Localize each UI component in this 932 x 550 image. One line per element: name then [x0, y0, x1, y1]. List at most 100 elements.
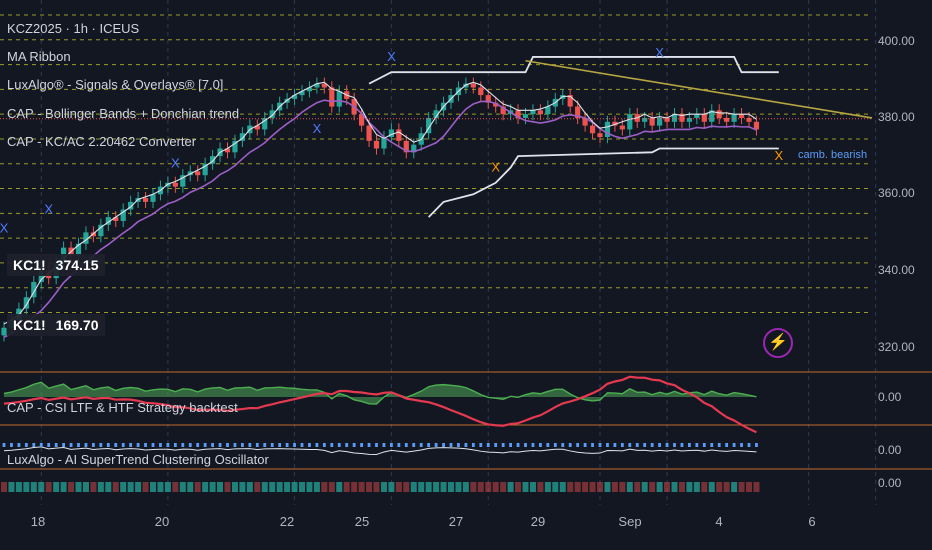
indicator-csi-strategy[interactable]: CAP - CSI LTF & HTF Strategy backtest	[7, 400, 238, 415]
heat-strip-cell	[53, 482, 60, 492]
supertrend-dot	[293, 443, 296, 447]
heat-strip-cell	[455, 482, 462, 492]
heat-strip-cell	[336, 482, 343, 492]
heat-strip-cell	[261, 482, 268, 492]
indicator-supertrend-oscillator[interactable]: LuxAlgo - AI SuperTrend Clustering Oscil…	[7, 452, 269, 467]
supertrend-dot	[129, 443, 133, 447]
heat-strip-cell	[410, 482, 417, 492]
supertrend-dot	[464, 443, 468, 447]
heat-strip-cell	[239, 482, 246, 492]
supertrend-dot	[531, 443, 535, 447]
x-tick-label: 27	[448, 514, 464, 529]
supertrend-dot	[390, 443, 393, 447]
heat-strip-cell	[142, 482, 149, 492]
supertrend-dot	[188, 443, 192, 447]
supertrend-dot	[84, 443, 88, 447]
heat-strip-cell	[448, 482, 454, 492]
supertrend-dot	[255, 443, 259, 447]
supertrend-dot	[136, 443, 140, 447]
supertrend-dot	[524, 443, 527, 447]
kc1-converted-badge: KC1! 169.70	[7, 314, 105, 336]
heat-strip-cell	[552, 482, 559, 492]
candle-body	[366, 125, 372, 141]
heat-strip-cell	[522, 482, 529, 492]
supertrend-dot	[635, 443, 639, 447]
supertrend-dot	[92, 443, 95, 447]
indicator-luxalgo-signals[interactable]: LuxAlgo® - Signals & Overlays® [7.0]	[7, 77, 223, 92]
heat-strip-cell	[708, 482, 715, 492]
signal-x-marker: X	[44, 201, 53, 216]
heat-strip-cell	[306, 482, 313, 492]
supertrend-dot	[650, 443, 654, 447]
badge-symbol: KC1!	[13, 257, 46, 273]
price-tick-label: 340.00	[878, 263, 915, 277]
supertrend-dot	[449, 443, 453, 447]
candle-body	[522, 114, 529, 118]
supertrend-dot	[308, 443, 311, 447]
supertrend-dot	[24, 443, 28, 447]
heat-strip-cell	[23, 482, 30, 492]
heat-strip-cell	[433, 482, 440, 492]
candle-body	[619, 125, 625, 130]
heat-strip-cell	[343, 482, 350, 492]
supertrend-dot	[427, 443, 431, 447]
heat-strip-cell	[90, 482, 97, 492]
heat-strip-cell	[470, 482, 477, 492]
supertrend-dot	[494, 443, 498, 447]
heat-strip-cell	[30, 482, 37, 492]
indicator-kc-ac-converter[interactable]: CAP - KC/AC 2.20462 Converter	[7, 134, 196, 149]
supertrend-dot	[382, 443, 386, 447]
supertrend-dot	[173, 443, 177, 447]
supertrend-dot	[613, 443, 617, 447]
heat-strip-cell	[321, 482, 328, 492]
supertrend-dot	[32, 443, 36, 447]
supertrend-dot	[747, 443, 751, 447]
heat-strip-cell	[328, 482, 335, 492]
supertrend-dot	[695, 443, 699, 447]
supertrend-dot	[419, 443, 423, 447]
supertrend-dot	[553, 443, 557, 447]
supertrend-dot	[591, 443, 594, 447]
supertrend-dot	[114, 443, 118, 447]
heat-strip-cell	[164, 482, 171, 492]
supertrend-dot	[732, 443, 736, 447]
candle-body	[195, 171, 201, 176]
heat-strip-cell	[500, 482, 507, 492]
heat-strip-cell	[313, 482, 320, 492]
lightning-icon[interactable]: ⚡	[763, 328, 793, 358]
supertrend-dot	[702, 443, 706, 447]
heat-strip-cell	[112, 482, 119, 492]
heat-strip-cell	[678, 482, 685, 492]
heat-strip-cell	[492, 482, 499, 492]
supertrend-dot	[159, 443, 162, 447]
supertrend-dot	[218, 443, 222, 447]
indicator-ma-ribbon[interactable]: MA Ribbon	[7, 49, 71, 64]
heat-strip-cell	[366, 482, 373, 492]
signal-x-marker: X	[313, 121, 322, 136]
supertrend-dot	[151, 443, 155, 447]
supertrend-dot	[2, 443, 6, 447]
heat-strip-cell	[686, 482, 693, 492]
heat-strip-cell	[351, 482, 358, 492]
heat-strip-cell	[582, 482, 589, 492]
symbol-title[interactable]: KCZ2025 · 1h · ICEUS	[7, 21, 139, 36]
price-tick-label: 320.00	[878, 340, 915, 354]
badge-value: 169.70	[55, 317, 99, 333]
osc-tick-label: 0.00	[878, 443, 902, 457]
heat-strip-cell	[515, 482, 522, 492]
supertrend-dot	[658, 443, 661, 447]
candle-body	[172, 182, 178, 187]
heat-strip-cell	[224, 482, 231, 492]
heat-strip-cell	[97, 482, 104, 492]
heat-strip-cell	[1, 482, 7, 492]
heat-strip-cell	[284, 482, 291, 492]
x-tick-label: 25	[354, 514, 370, 529]
supertrend-dot	[10, 443, 13, 447]
x-tick-label: 6	[808, 514, 816, 529]
heat-strip-cell	[589, 482, 596, 492]
candle-body	[589, 125, 596, 134]
supertrend-dot	[181, 443, 185, 447]
heat-strip-cell	[179, 482, 186, 492]
signal-x-marker: X	[0, 220, 9, 235]
indicator-bollinger-donchian[interactable]: CAP - Bollinger Bands + Donchian trend	[7, 106, 239, 121]
